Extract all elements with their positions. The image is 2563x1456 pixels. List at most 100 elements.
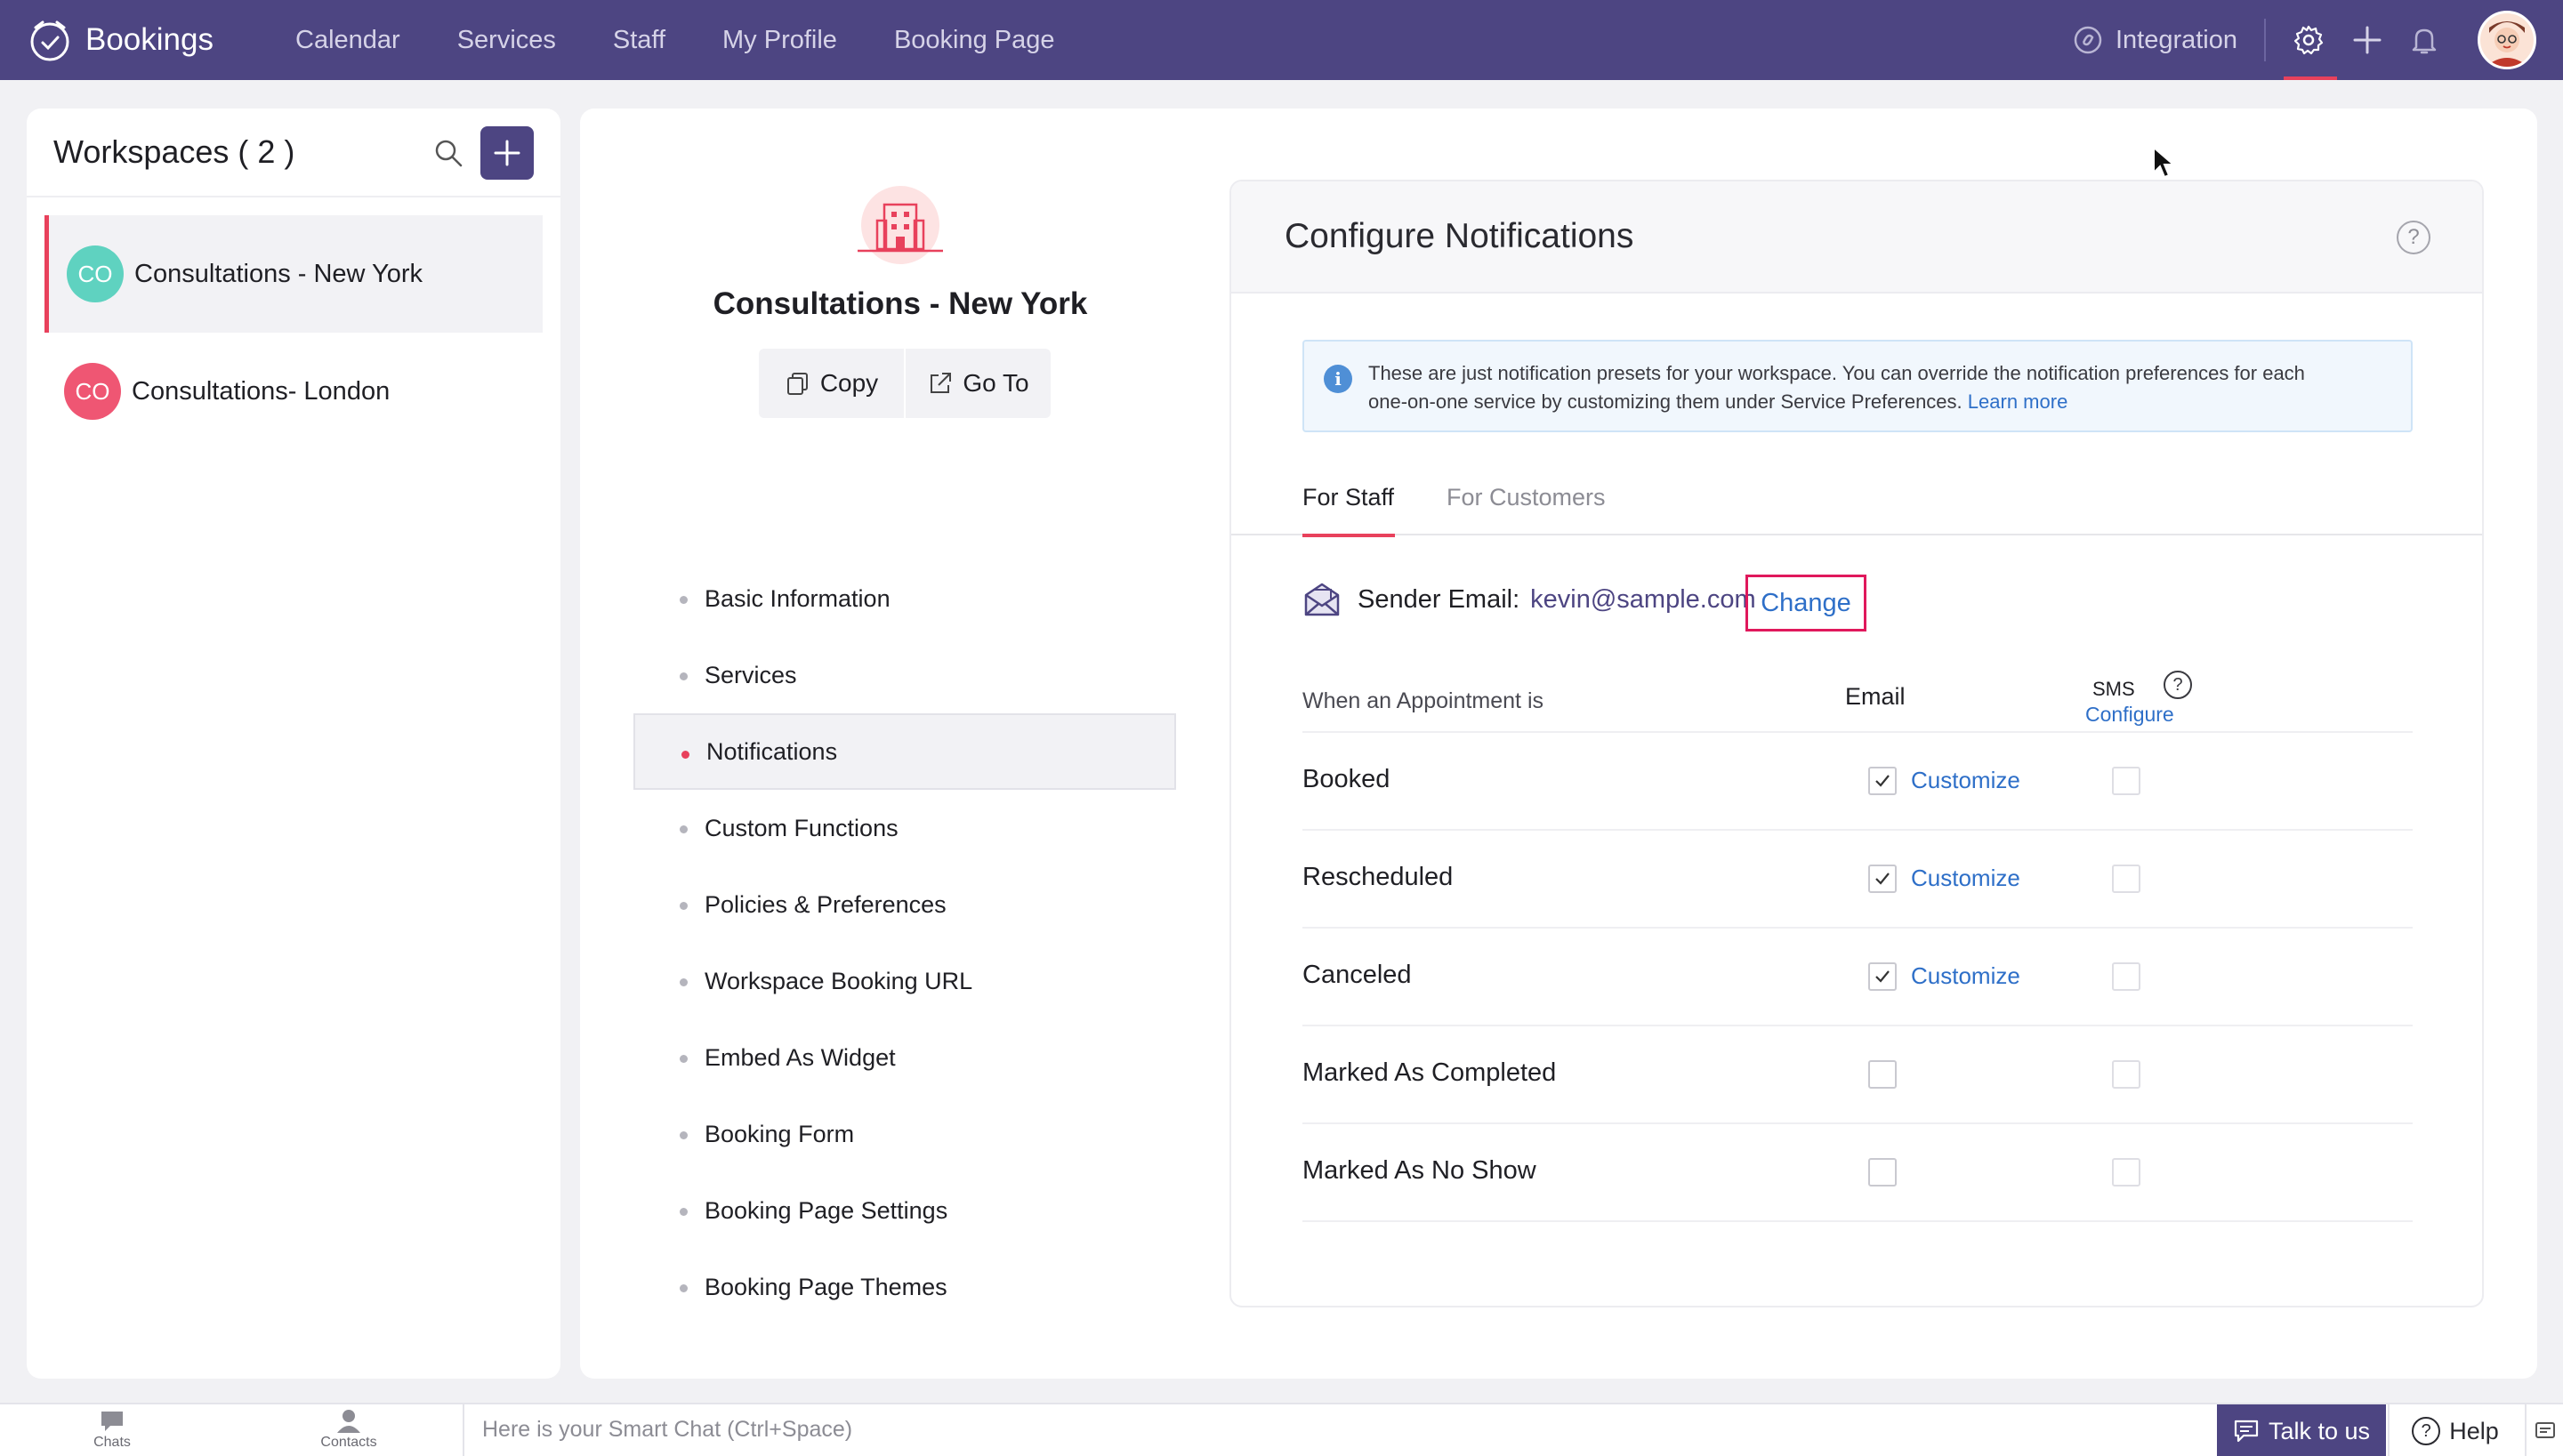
integration-link[interactable]: Integration [2073, 25, 2237, 55]
nav-booking-page[interactable]: Booking Page [894, 26, 1055, 55]
add-button[interactable] [2342, 15, 2392, 65]
sms-checkbox-no-show[interactable] [2112, 1158, 2140, 1187]
menu-embed-as-widget[interactable]: Embed As Widget [633, 1019, 1176, 1096]
smart-chat-input[interactable]: Here is your Smart Chat (Ctrl+Space) [482, 1417, 852, 1443]
card-header: Configure Notifications ? [1231, 181, 2482, 294]
col-email: Email [1845, 683, 1906, 710]
check-icon [1875, 775, 1890, 787]
workspace-search-button[interactable] [427, 132, 470, 174]
info-banner: i These are just notification presets fo… [1302, 340, 2413, 432]
sms-configure-link[interactable]: Configure [2085, 703, 2174, 727]
info-text-line-1: These are just notification presets for … [1368, 362, 2305, 384]
configure-notifications-card: Configure Notifications ? i These are ju… [1229, 180, 2484, 1307]
user-avatar-icon [2480, 13, 2534, 67]
search-icon [435, 140, 463, 167]
help-icon[interactable]: ? [2397, 221, 2430, 254]
main-nav: Calendar Services Staff My Profile Booki… [295, 26, 1112, 55]
bell-icon [2412, 28, 2437, 54]
chats-label: Chats [93, 1435, 131, 1450]
workspace-item-london[interactable]: CO Consultations- London [44, 333, 543, 450]
top-bar: Bookings Calendar Services Staff My Prof… [0, 0, 2563, 80]
menu-booking-form[interactable]: Booking Form [633, 1096, 1176, 1172]
menu-basic-information[interactable]: Basic Information [633, 560, 1176, 637]
customize-link-booked[interactable]: Customize [1911, 767, 2020, 794]
table-header: When an Appointment is Email SMS ? Confi… [1302, 667, 2413, 733]
avatar[interactable] [2478, 11, 2536, 69]
gear-icon [2293, 25, 2324, 55]
menu-workspace-booking-url[interactable]: Workspace Booking URL [633, 943, 1176, 1019]
customize-link-rescheduled[interactable]: Customize [1911, 865, 2020, 892]
envelope-icon [1304, 583, 1340, 616]
nav-calendar[interactable]: Calendar [295, 26, 400, 55]
building-icon [858, 186, 943, 264]
customize-link-canceled[interactable]: Customize [1911, 962, 2020, 990]
menu-custom-functions[interactable]: Custom Functions [633, 790, 1176, 866]
info-icon: i [1324, 365, 1352, 393]
col-when: When an Appointment is [1302, 688, 1543, 713]
sender-email-label: Sender Email: [1358, 584, 1520, 614]
talk-to-us-button[interactable]: Talk to us [2217, 1404, 2386, 1456]
settings-button[interactable] [2284, 0, 2337, 80]
chats-button[interactable]: Chats [59, 1408, 165, 1451]
workspace-badge: CO [64, 363, 121, 420]
goto-button[interactable]: Go To [906, 349, 1051, 418]
help-button[interactable]: ? Help [2388, 1404, 2521, 1456]
mouse-cursor-icon [2153, 146, 2176, 179]
external-link-icon [931, 373, 952, 393]
email-checkbox-no-show[interactable] [1868, 1158, 1897, 1187]
contacts-button[interactable]: Contacts [295, 1408, 402, 1451]
feedback-button[interactable] [2525, 1404, 2563, 1456]
tab-for-staff[interactable]: For Staff [1302, 484, 1396, 537]
card-title: Configure Notifications [1285, 217, 1634, 255]
table-row: Marked As No Show [1302, 1124, 2413, 1222]
sms-help-icon[interactable]: ? [2164, 671, 2192, 699]
tab-for-customers[interactable]: For Customers [1447, 484, 1606, 535]
sms-checkbox-booked[interactable] [2112, 767, 2140, 795]
talk-to-us-label: Talk to us [2268, 1417, 2371, 1444]
menu-services[interactable]: Services [633, 637, 1176, 713]
row-label: Rescheduled [1302, 863, 1454, 891]
app-title: Bookings [85, 22, 214, 57]
email-checkbox-booked[interactable] [1868, 767, 1897, 795]
notifications-button[interactable] [2399, 15, 2449, 65]
sms-checkbox-rescheduled[interactable] [2112, 865, 2140, 893]
brand[interactable]: Bookings [27, 17, 294, 63]
top-right-actions: Integration [2073, 0, 2563, 80]
sms-checkbox-completed[interactable] [2112, 1060, 2140, 1089]
copy-label: Copy [819, 369, 879, 397]
copy-button[interactable]: Copy [759, 349, 904, 418]
menu-notifications[interactable]: Notifications [633, 713, 1176, 790]
nav-staff[interactable]: Staff [613, 26, 665, 55]
learn-more-link[interactable]: Learn more [1968, 390, 2068, 413]
bookings-logo-icon [30, 20, 69, 61]
settings-menu: Basic Information Services Notifications… [633, 560, 1176, 1325]
workspace-title: Consultations - New York [713, 286, 1088, 321]
main-panel: Consultations - New York Copy Go To Basi… [580, 109, 2537, 1379]
nav-my-profile[interactable]: My Profile [722, 26, 837, 55]
table-row: Booked Customize [1302, 733, 2413, 831]
plus-icon [494, 140, 520, 166]
row-label: Canceled [1302, 961, 1412, 989]
integration-label: Integration [2115, 25, 2237, 54]
email-checkbox-rescheduled[interactable] [1868, 865, 1897, 893]
menu-booking-page-themes[interactable]: Booking Page Themes [633, 1249, 1176, 1325]
info-text-line-2: one-on-one service by customizing them u… [1368, 388, 2384, 416]
add-workspace-button[interactable] [480, 126, 534, 180]
divider [463, 1404, 464, 1456]
workspace-actions: Copy Go To [759, 349, 1051, 418]
change-sender-button[interactable]: Change [1745, 575, 1866, 631]
email-checkbox-canceled[interactable] [1868, 962, 1897, 991]
integration-icon [2074, 26, 2102, 54]
workspaces-title: Workspaces ( 2 ) [53, 133, 295, 170]
nav-services[interactable]: Services [457, 26, 556, 55]
workspace-badge: CO [67, 245, 124, 302]
help-icon: ? [2412, 1417, 2441, 1445]
menu-policies-preferences[interactable]: Policies & Preferences [633, 866, 1176, 943]
menu-booking-page-settings[interactable]: Booking Page Settings [633, 1172, 1176, 1249]
check-icon [1875, 873, 1890, 885]
email-checkbox-completed[interactable] [1868, 1060, 1897, 1089]
contact-person-icon [337, 1410, 360, 1433]
sms-checkbox-canceled[interactable] [2112, 962, 2140, 991]
workspace-item-new-york[interactable]: CO Consultations - New York [44, 215, 543, 333]
row-label: Marked As Completed [1302, 1058, 1557, 1087]
